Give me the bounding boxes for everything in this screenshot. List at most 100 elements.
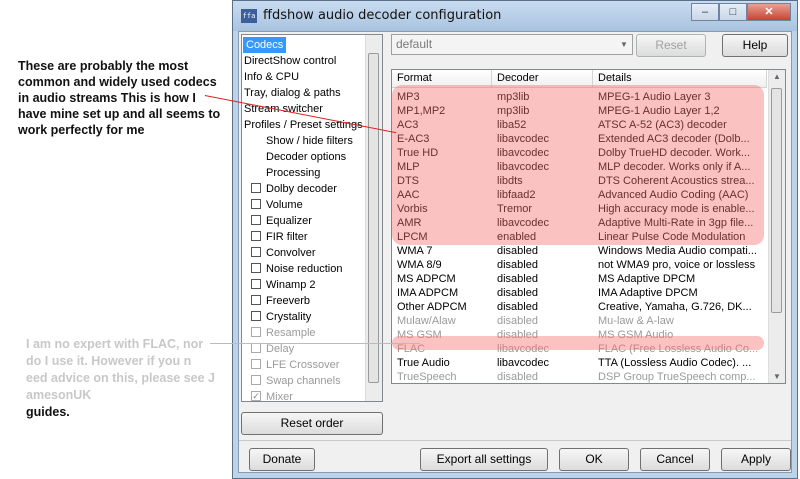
window-title: ffdshow audio decoder configuration: [263, 8, 502, 23]
table-scrollbar[interactable]: ▲ ▼: [768, 70, 785, 383]
filter-checkbox[interactable]: [251, 375, 261, 386]
sidebar-item[interactable]: DirectShow control: [244, 53, 336, 69]
sidebar-item[interactable]: Show / hide filters: [266, 133, 353, 149]
dialog-client-area: Codecs DirectShow control Info & CPU Tray, …: [238, 31, 792, 473]
annotation-flac-line: I am no expert with FLAC, nor: [26, 337, 204, 351]
maximize-button[interactable]: □: [719, 3, 747, 21]
tree-scroll-thumb[interactable]: [368, 53, 379, 383]
filter-checkbox[interactable]: [251, 359, 261, 370]
sidebar-item-label: Tray, dialog & paths: [244, 87, 341, 99]
cell-details: Creative, Yamaha, G.726, DK...: [598, 301, 752, 313]
apply-button[interactable]: Apply: [721, 448, 791, 471]
sidebar-item[interactable]: Profiles / Preset settings: [244, 117, 363, 133]
table-row[interactable]: True Audio libavcodec TTA (Lossless Audio …: [392, 356, 767, 370]
filter-checkbox[interactable]: [251, 231, 261, 242]
table-row[interactable]: IMA ADPCM disabled IMA Adaptive DPCM: [392, 286, 767, 300]
cell-decoder: disabled: [497, 287, 538, 299]
table-row[interactable]: MS ADPCM disabled MS Adaptive DPCM: [392, 272, 767, 286]
sidebar-item[interactable]: Codecs: [243, 37, 287, 53]
filter-checkbox[interactable]: [251, 263, 261, 274]
preset-select[interactable]: default ▼: [391, 34, 633, 55]
filter-checkbox[interactable]: [251, 311, 261, 322]
highlight-flac-row: [392, 336, 764, 350]
sidebar-item-label: Info & CPU: [244, 71, 300, 83]
filter-checkbox[interactable]: [251, 183, 261, 194]
sidebar-item[interactable]: Crystality: [251, 309, 311, 325]
cell-decoder: disabled: [497, 259, 538, 271]
sidebar-item-label: Convolver: [266, 247, 316, 259]
sidebar-item[interactable]: Convolver: [251, 245, 316, 261]
sidebar-item-label: Winamp 2: [266, 279, 316, 291]
table-row[interactable]: Mulaw/Alaw disabled Mu-law & A-law: [392, 314, 767, 328]
cancel-button[interactable]: Cancel: [640, 448, 710, 471]
table-scroll-thumb[interactable]: [771, 88, 782, 313]
cell-format: WMA 8/9: [397, 259, 442, 271]
sidebar-item-label: Decoder options: [266, 151, 347, 163]
table-row[interactable]: TrueSpeech disabled DSP Group TrueSpeech c…: [392, 370, 767, 383]
table-row[interactable]: WMA 8/9 disabled not WMA9 pro, voice or lo…: [392, 258, 767, 272]
filter-checkbox[interactable]: [251, 327, 261, 338]
sidebar-item[interactable]: ✓ Mixer: [251, 389, 293, 402]
sidebar-item-label: Mixer: [266, 391, 293, 402]
sidebar-item-label: Delay: [266, 343, 295, 355]
filter-checkbox[interactable]: [251, 295, 261, 306]
sidebar-item-label: Swap channels: [266, 375, 341, 387]
cell-details: Mu-law & A-law: [598, 315, 674, 327]
table-row[interactable]: Other ADPCM disabled Creative, Yamaha, G.7…: [392, 300, 767, 314]
export-settings-button[interactable]: Export all settings: [420, 448, 548, 471]
title-bar[interactable]: ffa ffdshow audio decoder configuration …: [233, 1, 797, 31]
close-button[interactable]: ✕: [747, 3, 791, 21]
minimize-button[interactable]: –: [691, 3, 719, 21]
sidebar-item[interactable]: Swap channels: [251, 373, 341, 389]
sidebar-item[interactable]: Equalizer: [251, 213, 312, 229]
reset-order-button[interactable]: Reset order: [241, 412, 383, 435]
filter-checkbox[interactable]: [251, 215, 261, 226]
sidebar-item-label: FIR filter: [266, 231, 308, 243]
ok-button[interactable]: OK: [559, 448, 629, 471]
sidebar-item[interactable]: Noise reduction: [251, 261, 342, 277]
table-row[interactable]: WMA 7 disabled Windows Media Audio compati…: [392, 244, 767, 258]
annotation-flac-line: eed advice on this, please see J: [26, 371, 215, 385]
filter-checkbox[interactable]: [251, 247, 261, 258]
sidebar-item[interactable]: Dolby decoder: [251, 181, 337, 197]
filter-checkbox[interactable]: [251, 343, 261, 354]
footer-separator: [239, 440, 791, 441]
ffdshow-app-icon: ffa: [241, 9, 257, 23]
cell-decoder: disabled: [497, 371, 538, 383]
scroll-down-icon[interactable]: ▼: [769, 372, 785, 381]
cell-format: IMA ADPCM: [397, 287, 459, 299]
sidebar-item[interactable]: Tray, dialog & paths: [244, 85, 341, 101]
settings-tree[interactable]: Codecs DirectShow control Info & CPU Tray, …: [241, 34, 383, 402]
reset-button[interactable]: Reset: [636, 34, 706, 57]
sidebar-item-label: DirectShow control: [244, 55, 337, 67]
ffdshow-dialog: ffa ffdshow audio decoder configuration …: [232, 0, 798, 479]
cell-format: TrueSpeech: [397, 371, 457, 383]
cell-decoder: disabled: [497, 273, 538, 285]
sidebar-item[interactable]: Processing: [266, 165, 320, 181]
filter-checkbox[interactable]: ✓: [251, 391, 261, 401]
cell-format: Other ADPCM: [397, 301, 467, 313]
sidebar-item-label: Codecs: [246, 39, 284, 51]
sidebar-item[interactable]: Freeverb: [251, 293, 310, 309]
sidebar-item[interactable]: LFE Crossover: [251, 357, 339, 373]
preset-value: default: [396, 37, 433, 51]
tree-scrollbar[interactable]: [365, 35, 382, 401]
sidebar-item[interactable]: Volume: [251, 197, 303, 213]
cell-format: WMA 7: [397, 245, 433, 257]
scroll-up-icon[interactable]: ▲: [769, 72, 785, 81]
sidebar-item[interactable]: Winamp 2: [251, 277, 316, 293]
sidebar-item-label: Profiles / Preset settings: [244, 119, 363, 131]
sidebar-item[interactable]: Resample: [251, 325, 316, 341]
cell-format: True Audio: [397, 357, 450, 369]
sidebar-item[interactable]: Decoder options: [266, 149, 346, 165]
sidebar-item-label: Crystality: [266, 311, 312, 323]
filter-checkbox[interactable]: [251, 199, 261, 210]
help-button[interactable]: Help: [722, 34, 788, 57]
filter-checkbox[interactable]: [251, 279, 261, 290]
cell-decoder: libavcodec: [497, 357, 549, 369]
sidebar-item[interactable]: Info & CPU: [244, 69, 299, 85]
sidebar-item[interactable]: FIR filter: [251, 229, 308, 245]
cell-details: IMA Adaptive DPCM: [598, 287, 698, 299]
sidebar-item[interactable]: Stream switcher: [244, 101, 323, 117]
donate-button[interactable]: Donate: [249, 448, 315, 471]
